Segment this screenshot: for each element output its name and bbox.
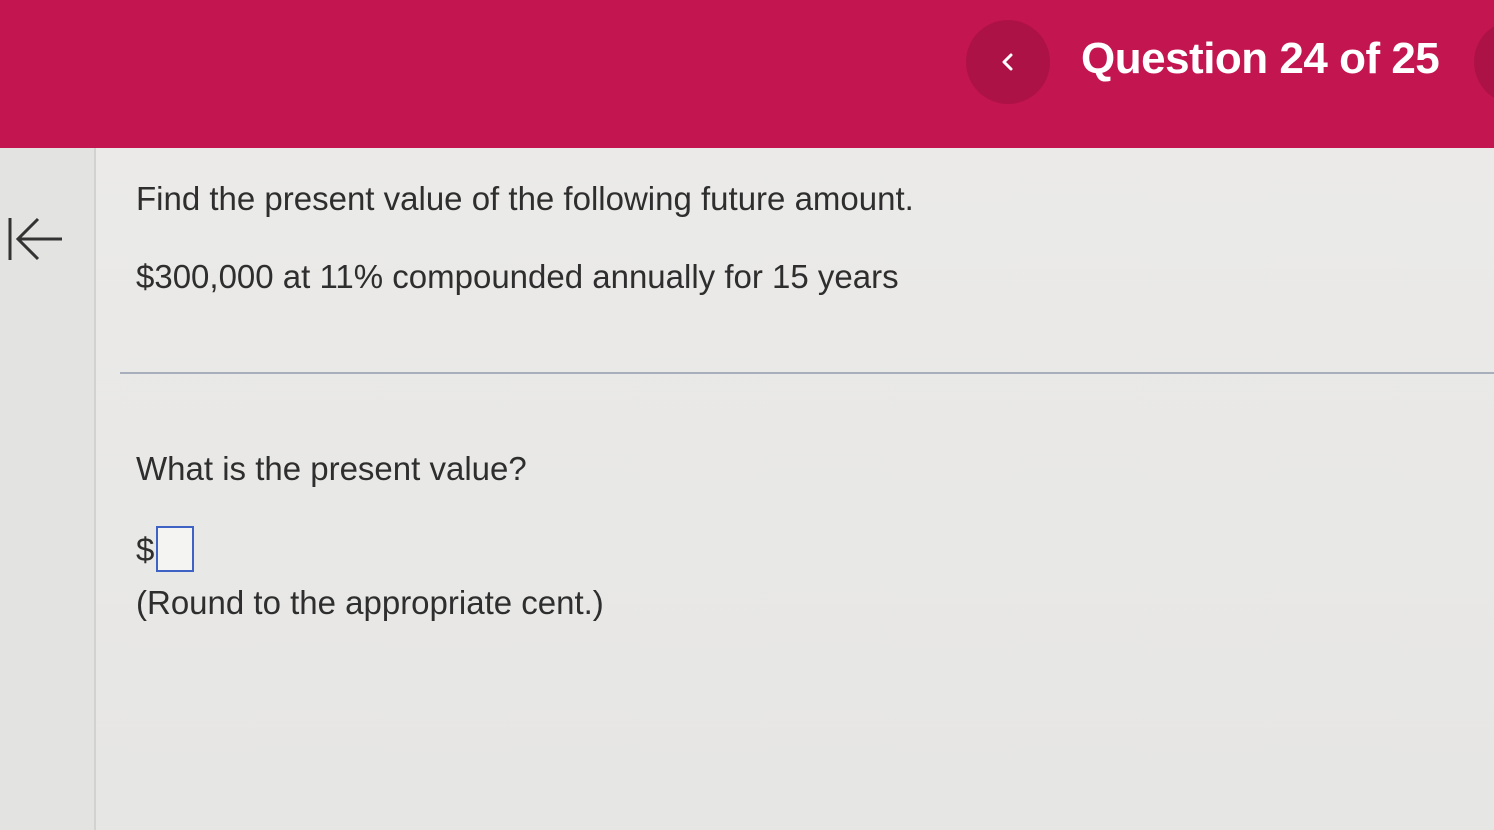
present-value-input[interactable]: [156, 526, 195, 572]
question-prompt: Find the present value of the following …: [136, 180, 914, 217]
question-content: Find the present value of the following …: [96, 148, 1494, 830]
problem-statement: $300,000 at 11% compounded annually for …: [136, 258, 899, 295]
chevron-left-icon: [1002, 53, 1013, 71]
currency-symbol: $: [136, 531, 155, 568]
collapse-sidebar-button[interactable]: [4, 210, 68, 266]
sub-question: What is the present value?: [136, 450, 527, 487]
sidebar: [0, 148, 96, 830]
rounding-instruction: (Round to the appropriate cent.): [136, 584, 604, 621]
question-counter: Question 24 of 25: [1081, 34, 1440, 83]
divider: [120, 372, 1494, 374]
header-bar: Question 24 of 25: [0, 0, 1494, 148]
previous-question-button[interactable]: [966, 20, 1050, 104]
page: Question 24 of 25 Find the present value…: [0, 0, 1494, 830]
answer-row: $: [136, 526, 195, 574]
collapse-left-arrow-icon: [8, 217, 62, 261]
next-question-button[interactable]: [1474, 20, 1494, 104]
